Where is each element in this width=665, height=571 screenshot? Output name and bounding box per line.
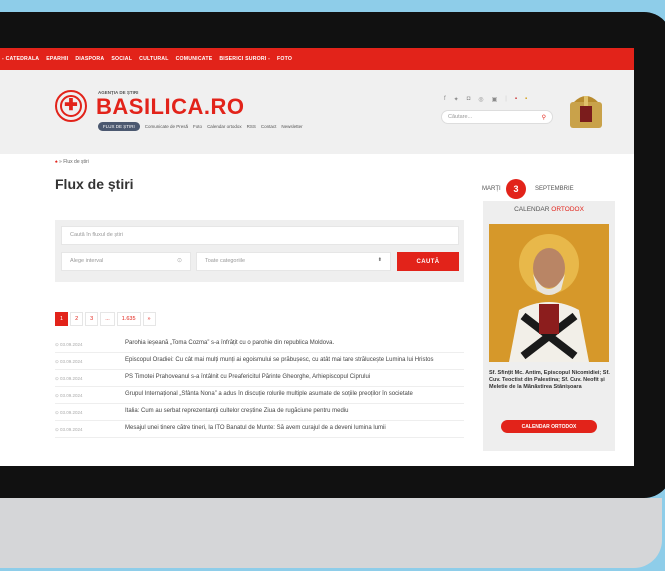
clock-icon: ⊙ [176,258,182,264]
news-link[interactable]: Grupul Internațional „Sfânta Nona” a adu… [125,391,464,399]
news-link[interactable]: PS Timotei Prahoveanul s-a întâlnit cu P… [125,374,464,382]
sub-navigation: FLUX DE ȘTIRI Comunicate de Presă Foto C… [98,122,303,131]
basilica-logo-icon[interactable]: ✚ [55,90,87,122]
brand-title[interactable]: BASILICA.RO [96,94,245,120]
news-link[interactable]: Mesajul unei tinere către tineri, la ITO… [125,425,464,433]
page-next[interactable]: » [142,312,156,326]
romania-flag-icon[interactable]: ▪ [525,96,527,103]
site-search-input[interactable]: Căutare... ⚲ [441,110,553,124]
calendar-ortodox-button[interactable]: CALENDAR ORTODOX [501,420,597,433]
pagination: 1 2 3 ... 1.635 » [55,312,156,326]
month: SEPTEMBRIE [535,186,574,192]
date-header: MARȚI 3 SEPTEMBRIE [480,179,634,199]
interval-picker[interactable]: Alege interval ⊙ [61,252,191,271]
pinterest-icon[interactable]: ◎ [478,96,483,103]
youtube-icon[interactable]: ▣ [492,96,498,103]
news-date: ⊙ 03.09.2024 [55,376,83,381]
news-list: ⊙ 03.09.2024 Parohia ieșeană „Toma Cozma”… [55,336,464,438]
news-link[interactable]: Italia: Cum au serbat reprezentanții cul… [125,408,464,416]
news-date: ⊙ 03.09.2024 [55,342,83,347]
list-item: ⊙ 03.09.2024 Episcopul Oradiei: Cu cât ma… [55,353,464,370]
breadcrumb: ♠ » Flux de știri [55,159,89,165]
list-item: ⊙ 03.09.2024 Grupul Internațional „Sfânta… [55,387,464,404]
breadcrumb-text[interactable]: » Flux de știri [59,159,89,165]
page-2[interactable]: 2 [70,312,84,326]
browser-screen: - CATEDRALA EPARHII DIASPORA SOCIAL CULT… [0,48,634,466]
calendar-title-accent: ORTODOX [551,206,584,213]
saint-icon-image[interactable] [489,224,609,362]
search-placeholder: Căutare... [448,114,473,120]
subnav-flux-de-stiri[interactable]: FLUX DE ȘTIRI [98,122,140,131]
news-link[interactable]: Episcopul Oradiei: Cu cât mai mulți munț… [125,357,464,365]
calendar-title: CALENDAR ORTODOX [483,201,615,213]
patriarchate-coat-of-arms-icon [570,96,602,128]
news-link[interactable]: Parohia ieșeană „Toma Cozma” s-a înfrăți… [125,340,464,348]
news-date: ⊙ 03.09.2024 [55,427,83,432]
search-button[interactable]: CAUTĂ [397,252,459,271]
home-icon[interactable]: ♠ [55,159,58,165]
calendar-title-prefix: CALENDAR [514,206,550,213]
nav-item-eparhii[interactable]: EPARHII [46,56,68,62]
category-value: Toate categoriile [205,258,246,264]
nav-item-social[interactable]: SOCIAL [111,56,132,62]
social-links: f ✦ ◘ ◎ ▣ | ▪ ▪ [444,96,527,103]
list-item: ⊙ 03.09.2024 PS Timotei Prahoveanul s-a î… [55,370,464,387]
chevron-down-icon: ⬍ [377,257,382,263]
news-date: ⊙ 03.09.2024 [55,359,83,364]
site-header: ✚ AGENȚIA DE ȘTIRI BASILICA.RO FLUX DE Ș… [0,70,634,154]
bottom-panel [0,498,662,568]
subnav-comunicate[interactable]: Comunicate de Presă [145,124,188,129]
page-3[interactable]: 3 [85,312,99,326]
calendar-widget: CALENDAR ORTODOX Sf. Sfințit Mc. Antim, … [483,201,615,451]
list-item: ⊙ 03.09.2024 Parohia ieșeană „Toma Cozma”… [55,336,464,353]
page-1[interactable]: 1 [55,312,69,326]
weekday: MARȚI [482,186,501,192]
subnav-calendar[interactable]: Calendar ortodox [207,124,242,129]
day-badge: 3 [506,179,526,199]
nav-item-cultural[interactable]: CULTURAL [139,56,168,62]
news-date: ⊙ 03.09.2024 [55,393,83,398]
page-ellipsis: ... [100,312,115,326]
nav-item-diaspora[interactable]: DIASPORA [75,56,104,62]
subnav-newsletter[interactable]: Newsletter [281,124,302,129]
instagram-icon[interactable]: ◘ [467,96,471,103]
interval-placeholder: Alege interval [70,258,104,264]
news-search-input[interactable]: Caută în fluxul de știri [61,226,459,245]
subnav-rss[interactable]: RSS [247,124,256,129]
divider: | [505,96,507,102]
uk-flag-icon[interactable]: ▪ [515,96,517,103]
nav-item-comunicate[interactable]: COMUNICATE [176,56,213,62]
category-select[interactable]: Toate categoriile ⬍ [196,252,391,271]
nav-item-catedrala[interactable]: - CATEDRALA [2,56,39,62]
news-date: ⊙ 03.09.2024 [55,410,83,415]
search-icon[interactable]: ⚲ [542,114,546,121]
facebook-icon[interactable]: f [444,96,446,103]
nav-item-foto[interactable]: FOTO [277,56,292,62]
top-navigation: - CATEDRALA EPARHII DIASPORA SOCIAL CULT… [0,48,634,70]
saints-of-the-day: Sf. Sfințit Mc. Antim, Episcopul Nicomid… [489,370,610,390]
twitter-icon[interactable]: ✦ [454,96,459,103]
subnav-contact[interactable]: Contact [261,124,277,129]
nav-item-biserici-surori[interactable]: BISERICI SURORI - [219,56,270,62]
list-item: ⊙ 03.09.2024 Italia: Cum au serbat reprez… [55,404,464,421]
list-item: ⊙ 03.09.2024 Mesajul unei tinere către ti… [55,421,464,438]
page-last[interactable]: 1.635 [116,312,141,326]
subnav-foto[interactable]: Foto [193,124,202,129]
news-filters: Caută în fluxul de știri Alege interval … [55,220,464,282]
page-title: Flux de știri [55,176,134,192]
